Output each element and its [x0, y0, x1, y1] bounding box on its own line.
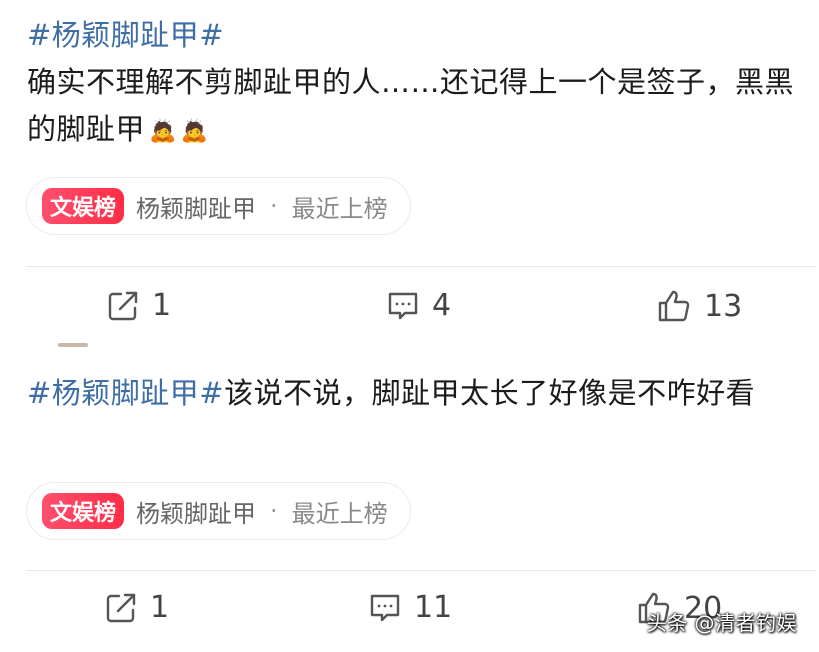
- chip-separator: ·: [270, 192, 278, 220]
- entertainment-list-badge: 文娱榜: [42, 493, 125, 529]
- thumbs-up-icon: [656, 288, 692, 324]
- chip-topic: 杨颖脚趾甲: [136, 194, 257, 223]
- comment-button[interactable]: 11: [368, 590, 452, 625]
- kneeling-emoji: 🙇: [180, 118, 209, 144]
- share-count: 1: [152, 288, 172, 323]
- divider: [26, 266, 816, 267]
- topic-hashtag-link[interactable]: #杨颖脚趾甲#: [27, 18, 224, 52]
- like-count: 13: [704, 288, 743, 324]
- share-icon: [106, 289, 140, 323]
- comment-icon: [386, 289, 420, 323]
- chip-status: 最近上榜: [291, 194, 388, 223]
- comment-count: 11: [414, 590, 453, 625]
- share-icon: [104, 591, 138, 625]
- comment-count: 4: [432, 288, 452, 323]
- like-button[interactable]: 13: [656, 288, 742, 324]
- avatar: [58, 343, 88, 347]
- chip-status: 最近上榜: [291, 499, 388, 528]
- topic-hashtag-link[interactable]: #杨颖脚趾甲#: [27, 376, 224, 410]
- share-button[interactable]: 1: [104, 590, 169, 625]
- post-body: 该说不说，脚趾甲太长了好像是不咋好看: [224, 376, 756, 410]
- comment-icon: [368, 591, 402, 625]
- comment-button[interactable]: 4: [386, 288, 451, 323]
- hot-list-chip[interactable]: 文娱榜 杨颖脚趾甲 · 最近上榜: [26, 177, 411, 235]
- action-bar: 1 4 13: [0, 288, 819, 334]
- post-text: #杨颖脚趾甲# 确实不理解不剪脚趾甲的人……还记得上一个是签子，黑黑的脚趾甲 🙇 🙇: [0, 12, 819, 155]
- kneeling-emoji: 🙇: [149, 118, 177, 144]
- share-button[interactable]: 1: [106, 288, 171, 323]
- post-text: #杨颖脚趾甲#该说不说，脚趾甲太长了好像是不咋好看: [0, 370, 775, 417]
- divider: [26, 570, 816, 571]
- entertainment-list-badge: 文娱榜: [42, 188, 125, 224]
- watermark: 头条 @清者钓娱: [646, 611, 797, 635]
- chip-topic: 杨颖脚趾甲: [136, 499, 257, 528]
- chip-separator: ·: [270, 497, 278, 525]
- share-count: 1: [150, 590, 170, 625]
- hot-list-chip[interactable]: 文娱榜 杨颖脚趾甲 · 最近上榜: [26, 482, 411, 540]
- post-body: 确实不理解不剪脚趾甲的人……还记得上一个是签子，黑黑的脚趾甲: [27, 65, 795, 146]
